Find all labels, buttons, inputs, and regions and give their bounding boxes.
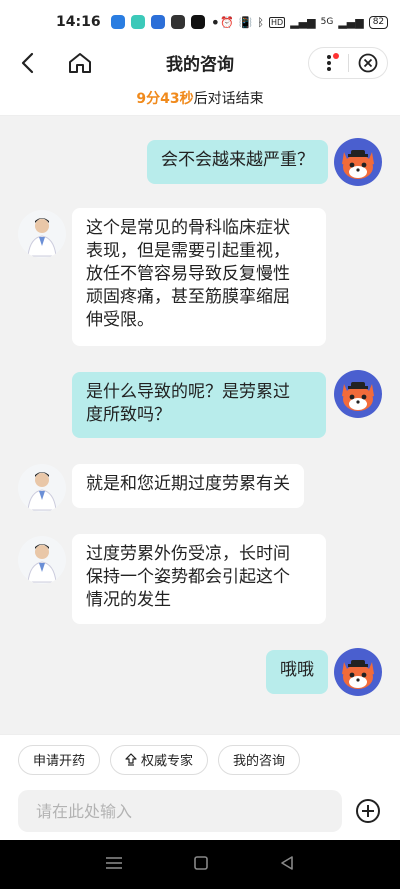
doctor-message-bubble: 就是和您近期过度劳累有关	[72, 464, 304, 508]
doctor-message-bubble: 过度劳累外伤受凉，长时间 保持一个姿势都会引起这个 情况的发生	[72, 534, 326, 624]
apply-prescription-button[interactable]: 申请开药	[18, 744, 101, 775]
back-nav-button[interactable]	[279, 855, 295, 875]
message-line: 顽固疼痛，甚至筋膜挛缩屈	[86, 287, 290, 307]
notification-dot	[333, 53, 339, 59]
plus-circle-icon	[356, 799, 380, 823]
back-button[interactable]	[14, 50, 40, 76]
message-input[interactable]	[18, 790, 342, 832]
my-consultations-button[interactable]: 我的咨询	[218, 744, 301, 775]
app-notification-icon	[110, 15, 125, 29]
status-time: 14:16	[56, 14, 101, 30]
more-dots-icon	[326, 55, 331, 71]
chip-label: 权威专家	[141, 754, 194, 769]
upload-arrow-icon	[125, 753, 137, 766]
input-bar	[0, 784, 400, 840]
message-line: 情况的发生	[86, 590, 171, 610]
user-avatar	[334, 648, 382, 696]
chevron-left-icon	[21, 52, 34, 74]
tiktok-icon	[190, 15, 205, 29]
doctor-message-bubble: 这个是常见的骨科临床症状 表现，但是需要引起重视， 放任不管容易导致反复慢性 顽…	[72, 208, 326, 346]
doctor-avatar-icon	[27, 544, 57, 583]
countdown-suffix: 后对话结束	[193, 91, 264, 107]
chip-label: 我的咨询	[233, 754, 286, 769]
mini-program-capsule	[308, 47, 388, 79]
message-text: 就是和您近期过度劳累有关	[86, 474, 290, 494]
message-line: 这个是常见的骨科临床症状	[86, 218, 290, 238]
message-line: 度所致吗？	[86, 405, 171, 425]
menu-icon	[106, 857, 122, 869]
add-button[interactable]	[354, 797, 382, 825]
hd-icon: HD	[269, 16, 286, 28]
doctor-avatar	[18, 464, 66, 512]
user-avatar	[334, 370, 382, 418]
title-bar: 我的咨询	[0, 44, 400, 82]
dot-icon: •	[210, 12, 221, 32]
message-line: 保持一个姿势都会引起这个	[86, 567, 290, 587]
notification-icons: •	[110, 12, 221, 32]
doctor-avatar	[18, 210, 66, 258]
app-notification-icon	[150, 15, 165, 29]
signal-icon: ▂▄▆	[290, 15, 316, 29]
countdown-banner: 9分43秒后对话结束	[0, 82, 400, 116]
message-text: 会不会越来越严重？	[161, 150, 314, 170]
fox-avatar-icon	[342, 660, 374, 689]
signal-icon: ▂▄▆	[338, 15, 364, 29]
triangle-back-icon	[281, 855, 293, 870]
home-icon	[69, 53, 91, 73]
system-nav-bar	[0, 840, 400, 889]
menu-nav-button[interactable]	[105, 855, 123, 874]
expert-button[interactable]: 权威专家	[110, 744, 209, 775]
close-circle-icon	[358, 53, 378, 73]
doctor-avatar	[18, 536, 66, 584]
more-button[interactable]	[309, 47, 348, 79]
square-icon	[194, 855, 208, 870]
alarm-icon: ⏰	[220, 15, 234, 29]
countdown-time: 9分43秒	[136, 91, 194, 107]
system-status-icons: ⏰ 📳 ᛒ HD ▂▄▆ 5G ▂▄▆ 82	[220, 15, 389, 29]
close-button[interactable]	[349, 47, 387, 79]
app-notification-icon	[170, 15, 185, 29]
chat-area[interactable]: 会不会越来越严重？ 这个是常见的骨科临床症状 表现，但是需要引起重视， 放任不管…	[0, 116, 400, 734]
message-line: 伸受限。	[86, 310, 154, 330]
app-notification-icon	[130, 15, 145, 29]
chip-label: 申请开药	[33, 754, 86, 769]
message-line: 放任不管容易导致反复慢性	[86, 264, 290, 284]
quick-actions-bar: 申请开药 权威专家 我的咨询	[0, 734, 400, 784]
vibrate-icon: 📳	[238, 15, 253, 29]
user-message-bubble: 哦哦	[266, 650, 328, 694]
fox-avatar-icon	[342, 382, 374, 411]
doctor-avatar-icon	[27, 472, 57, 511]
home-nav-button[interactable]	[193, 855, 209, 875]
fox-avatar-icon	[342, 150, 374, 179]
user-avatar	[334, 138, 382, 186]
message-line: 表现，但是需要引起重视，	[86, 241, 290, 261]
status-bar: 14:16 • ⏰ 📳 ᛒ HD ▂▄▆ 5G ▂▄▆ 82	[0, 0, 400, 44]
bluetooth-icon: ᛒ	[257, 15, 265, 29]
user-message-bubble: 会不会越来越严重？	[147, 140, 328, 184]
network-type: 5G	[320, 17, 334, 27]
doctor-avatar-icon	[27, 218, 57, 257]
home-button[interactable]	[66, 49, 94, 77]
message-line: 过度劳累外伤受凉，长时间	[86, 544, 290, 564]
message-line: 是什么导致的呢？是劳累过	[86, 382, 290, 402]
message-text: 哦哦	[280, 660, 314, 680]
user-message-bubble: 是什么导致的呢？是劳累过 度所致吗？	[72, 372, 326, 438]
battery-icon: 82	[368, 15, 389, 29]
